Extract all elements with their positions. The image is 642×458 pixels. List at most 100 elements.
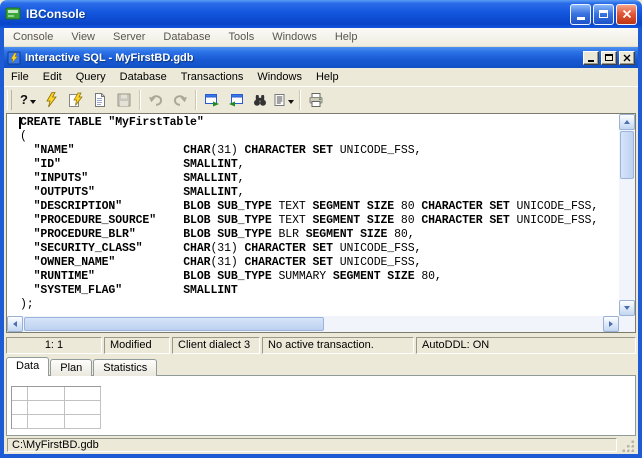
execute-query-button[interactable] xyxy=(40,89,64,111)
grid-cell[interactable] xyxy=(28,415,65,429)
scroll-down-button[interactable] xyxy=(619,300,635,316)
grid-cell[interactable] xyxy=(65,415,101,429)
new-script-button[interactable] xyxy=(88,89,112,111)
editor-line: "ID" SMALLINT, xyxy=(20,158,619,172)
toolbar-grip[interactable] xyxy=(7,90,12,110)
editor-line: "NAME" CHAR(31) CHARACTER SET UNICODE_FS… xyxy=(20,144,619,158)
tab-plan[interactable]: Plan xyxy=(50,359,92,376)
print-button[interactable] xyxy=(304,89,328,111)
isql-title-bar[interactable]: Interactive SQL - MyFirstBD.gdb xyxy=(4,47,638,68)
maximize-icon xyxy=(605,54,613,61)
save-result-button[interactable] xyxy=(112,89,136,111)
main-menu-item-server[interactable]: Server xyxy=(104,31,154,43)
isql-window-icon xyxy=(7,51,21,65)
status-modified: Modified xyxy=(104,337,170,354)
data-tab-panel xyxy=(6,375,636,436)
grid-cell[interactable] xyxy=(28,387,65,401)
isql-menu-item-windows[interactable]: Windows xyxy=(250,71,309,83)
editor-line: "SYSTEM_FLAG" SMALLINT xyxy=(20,284,619,298)
horizontal-scrollbar[interactable] xyxy=(7,316,619,332)
status-autoddl: AutoDDL: ON xyxy=(416,337,636,354)
sql-editor-text[interactable]: CREATE TABLE "MyFirstTable"( "NAME" CHAR… xyxy=(7,114,619,316)
editor-line: "DESCRIPTION" BLOB SUB_TYPE TEXT SEGMENT… xyxy=(20,200,619,214)
isql-menu-item-query[interactable]: Query xyxy=(69,71,113,83)
grid-cell[interactable] xyxy=(65,401,101,415)
isql-maximize-button[interactable] xyxy=(601,51,617,65)
window-arrow-in-icon xyxy=(204,92,220,108)
isql-menu-item-edit[interactable]: Edit xyxy=(36,71,69,83)
interactive-sql-window: Interactive SQL - MyFirstBD.gdb FileEdit… xyxy=(4,47,638,436)
isql-menu-item-file[interactable]: File xyxy=(4,71,36,83)
binoculars-icon xyxy=(252,92,268,108)
close-button[interactable] xyxy=(616,4,637,25)
help-dropdown-button[interactable]: ? xyxy=(16,89,40,111)
ibconsole-title-bar[interactable]: IBConsole xyxy=(0,0,642,28)
editor-line: "PROCEDURE_SOURCE" BLOB SUB_TYPE TEXT SE… xyxy=(20,214,619,228)
load-script-button[interactable] xyxy=(200,89,224,111)
toolbar-separator xyxy=(195,90,197,110)
close-icon xyxy=(623,54,631,62)
toolbar-separator xyxy=(299,90,301,110)
isql-window-title: Interactive SQL - MyFirstBD.gdb xyxy=(25,52,581,64)
undo-button[interactable] xyxy=(144,89,168,111)
status-client-dialect: Client dialect 3 xyxy=(172,337,260,354)
isql-menu-item-help[interactable]: Help xyxy=(309,71,346,83)
window-arrow-out-icon xyxy=(228,92,244,108)
editor-line: ( xyxy=(20,130,619,144)
isql-menu-item-transactions[interactable]: Transactions xyxy=(174,71,251,83)
scroll-right-button[interactable] xyxy=(603,316,619,332)
lightning-icon xyxy=(44,92,60,108)
isql-minimize-button[interactable] xyxy=(583,51,599,65)
query-history-dropdown-button[interactable] xyxy=(272,89,296,111)
isql-close-button[interactable] xyxy=(619,51,635,65)
main-menu-bar: ConsoleViewServerDatabaseToolsWindowsHel… xyxy=(4,28,638,47)
scroll-up-button[interactable] xyxy=(619,114,635,130)
main-menu-item-help[interactable]: Help xyxy=(326,31,367,43)
isql-menu-item-database[interactable]: Database xyxy=(113,71,174,83)
grid-cell[interactable] xyxy=(12,387,28,401)
data-grid[interactable] xyxy=(11,386,101,429)
editor-line: "SECURITY_CLASS" CHAR(31) CHARACTER SET … xyxy=(20,242,619,256)
editor-line: ); xyxy=(20,298,619,312)
minimize-icon xyxy=(588,60,594,62)
redo-button[interactable] xyxy=(168,89,192,111)
grid-cell[interactable] xyxy=(28,401,65,415)
resize-grip[interactable] xyxy=(622,440,635,453)
sql-editor[interactable]: CREATE TABLE "MyFirstTable"( "NAME" CHAR… xyxy=(6,113,636,333)
minimize-button[interactable] xyxy=(570,4,591,25)
status-transaction: No active transaction. xyxy=(262,337,414,354)
main-menu-item-windows[interactable]: Windows xyxy=(263,31,326,43)
tab-data[interactable]: Data xyxy=(6,357,49,376)
grid-cell[interactable] xyxy=(12,415,28,429)
main-menu-item-database[interactable]: Database xyxy=(154,31,219,43)
grid-row xyxy=(12,387,101,401)
save-icon xyxy=(116,92,132,108)
main-menu-item-view[interactable]: View xyxy=(62,31,104,43)
save-script-button[interactable] xyxy=(224,89,248,111)
scroll-left-button[interactable] xyxy=(7,316,23,332)
vertical-scrollbar[interactable] xyxy=(619,114,635,316)
main-menu-item-tools[interactable]: Tools xyxy=(220,31,264,43)
find-button[interactable] xyxy=(248,89,272,111)
grid-row xyxy=(12,401,101,415)
grid-cell[interactable] xyxy=(65,387,101,401)
help-icon: ? xyxy=(20,92,28,107)
result-tabs: DataPlanStatistics xyxy=(6,357,158,376)
tab-statistics[interactable]: Statistics xyxy=(93,359,157,376)
execute-script-button[interactable] xyxy=(64,89,88,111)
main-menu-item-console[interactable]: Console xyxy=(4,31,62,43)
grid-row xyxy=(12,415,101,429)
undo-arrow-icon xyxy=(148,92,164,108)
arrow-down-icon xyxy=(624,306,630,310)
isql-menu-bar: FileEditQueryDatabaseTransactionsWindows… xyxy=(4,68,638,87)
database-path: C:\MyFirstBD.gdb xyxy=(7,438,617,452)
maximize-button[interactable] xyxy=(593,4,614,25)
ibconsole-app-icon xyxy=(5,6,21,22)
vertical-scroll-thumb[interactable] xyxy=(620,131,634,179)
grid-cell[interactable] xyxy=(12,401,28,415)
horizontal-scroll-thumb[interactable] xyxy=(24,317,324,331)
editor-line: "INPUTS" SMALLINT, xyxy=(20,172,619,186)
isql-status-bar: 1: 1 Modified Client dialect 3 No active… xyxy=(6,337,636,354)
editor-line: "OWNER_NAME" CHAR(31) CHARACTER SET UNIC… xyxy=(20,256,619,270)
scrollbar-corner xyxy=(619,316,635,332)
